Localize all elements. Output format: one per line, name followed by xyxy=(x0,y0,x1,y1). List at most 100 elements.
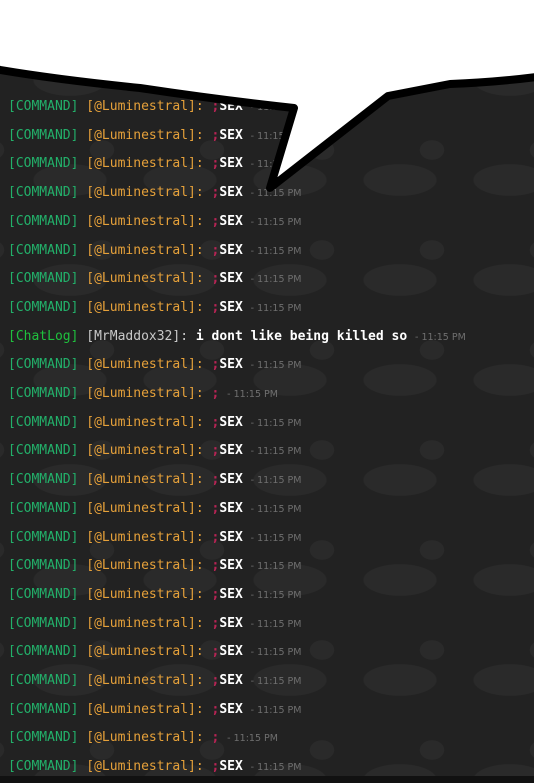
line-timestamp: 11:15 PM xyxy=(257,130,302,142)
line-timestamp: 11:15 PM xyxy=(257,216,302,228)
line-tag: [COMMAND] xyxy=(8,701,79,717)
line-timestamp: 11:15 PM xyxy=(257,647,302,659)
window-bottom-border xyxy=(0,776,534,783)
line-message: SEX xyxy=(219,443,243,459)
line-timestamp: 11:15 PM xyxy=(233,389,278,400)
chat-line: [COMMAND] [@Luminestral]: ;SEX - 11:15 P… xyxy=(8,555,301,577)
line-message: SEX xyxy=(219,500,243,516)
line-username: [@Luminestral]: xyxy=(86,357,204,373)
line-message: SEX xyxy=(219,271,243,287)
line-tag: [COMMAND] xyxy=(8,99,79,114)
line-message: SEX xyxy=(219,615,243,631)
chat-log-screenshot: [COMMAND] [@Luminestral]: ;SEX - 11:15 P… xyxy=(0,0,534,783)
line-username: [@Luminestral]: xyxy=(86,127,204,143)
chat-line: [COMMAND] [@Luminestral]: ;SEX - 11:15 P… xyxy=(8,469,301,491)
line-tag: [COMMAND] xyxy=(8,271,79,287)
line-message: SEX xyxy=(219,242,243,258)
chat-line: [COMMAND] [@Luminestral]: ;SEX - 11:15 P… xyxy=(8,641,301,663)
chat-log-panel[interactable]: [COMMAND] [@Luminestral]: ;SEX - 11:15 P… xyxy=(0,0,534,783)
line-username: [@Luminestral]: xyxy=(86,558,204,574)
chat-line: [ChatLog] [MrMaddox32]: i dont like bein… xyxy=(8,326,466,348)
line-message: SEX xyxy=(219,472,243,488)
chat-line: [COMMAND] [@Luminestral]: ; - 11:15 PM xyxy=(8,383,278,405)
line-tag: [COMMAND] xyxy=(8,443,79,459)
line-message: SEX xyxy=(219,299,243,315)
line-username: [@Luminestral]: xyxy=(86,156,204,172)
line-message: SEX xyxy=(219,558,243,574)
line-username: [@Luminestral]: xyxy=(86,615,204,631)
line-message: SEX xyxy=(219,414,243,430)
line-timestamp: 11:15 PM xyxy=(257,762,302,774)
line-username: [MrMaddox32]: xyxy=(86,328,189,344)
chat-line: [COMMAND] [@Luminestral]: ;SEX - 11:15 P… xyxy=(8,153,301,175)
line-timestamp: 11:15 PM xyxy=(233,733,278,745)
line-message: SEX xyxy=(219,127,243,143)
line-tag: [COMMAND] xyxy=(8,185,79,201)
chat-line: [COMMAND] [@Luminestral]: ;SEX - 11:15 P… xyxy=(8,613,301,635)
line-username: [@Luminestral]: xyxy=(86,414,204,430)
line-username: [@Luminestral]: xyxy=(86,701,204,717)
line-username: [@Luminestral]: xyxy=(86,472,204,488)
line-username: [@Luminestral]: xyxy=(86,730,204,746)
line-tag: [COMMAND] xyxy=(8,242,79,258)
line-tag: [COMMAND] xyxy=(8,386,79,401)
line-timestamp: 11:15 PM xyxy=(257,618,302,630)
chat-line: [COMMAND] [@Luminestral]: ;SEX - 11:15 P… xyxy=(8,412,301,434)
chat-line: [COMMAND] [@Luminestral]: ;SEX - 11:15 P… xyxy=(8,498,301,520)
line-message: SEX xyxy=(219,156,243,172)
line-timestamp: 11:15 PM xyxy=(257,446,302,458)
line-username: [@Luminestral]: xyxy=(86,271,204,287)
line-message: SEX xyxy=(219,673,243,688)
line-username: [@Luminestral]: xyxy=(86,386,204,401)
line-username: [@Luminestral]: xyxy=(86,500,204,516)
line-tag: [COMMAND] xyxy=(8,759,79,775)
line-tag: [COMMAND] xyxy=(8,156,79,172)
chat-line: [COMMAND] [@Luminestral]: ;SEX - 11:15 P… xyxy=(8,297,301,319)
line-timestamp: 11:15 PM xyxy=(257,302,302,314)
line-tag: [COMMAND] xyxy=(8,414,79,430)
line-message: SEX xyxy=(219,357,243,373)
line-timestamp: 11:15 PM xyxy=(257,245,302,257)
line-message: SEX xyxy=(219,99,243,114)
line-tag: [COMMAND] xyxy=(8,673,79,688)
chat-line: [COMMAND] [@Luminestral]: ;SEX - 11:15 P… xyxy=(8,527,301,549)
line-tag: [COMMAND] xyxy=(8,299,79,315)
chat-line: [COMMAND] [@Luminestral]: ;SEX - 11:15 P… xyxy=(8,440,301,462)
line-tag: [COMMAND] xyxy=(8,500,79,516)
line-message: SEX xyxy=(219,529,243,545)
chat-line: [COMMAND] [@Luminestral]: ; - 11:15 PM xyxy=(8,727,278,749)
line-message: SEX xyxy=(219,759,243,775)
line-tag: [ChatLog] xyxy=(8,328,79,344)
line-timestamp: 11:15 PM xyxy=(257,274,302,286)
line-tag: [COMMAND] xyxy=(8,472,79,488)
line-tag: [COMMAND] xyxy=(8,127,79,143)
line-timestamp: 11:15 PM xyxy=(421,331,466,343)
line-username: [@Luminestral]: xyxy=(86,529,204,545)
line-timestamp: 11:15 PM xyxy=(257,102,302,113)
line-message: i dont like being killed so xyxy=(195,328,408,344)
line-username: [@Luminestral]: xyxy=(86,185,204,201)
line-username: [@Luminestral]: xyxy=(86,99,204,114)
line-username: [@Luminestral]: xyxy=(86,299,204,315)
line-tag: [COMMAND] xyxy=(8,558,79,574)
chat-line: [COMMAND] [@Luminestral]: ;SEX - 11:15 P… xyxy=(8,268,301,290)
command-prefix: ; xyxy=(211,730,220,746)
line-message: SEX xyxy=(219,701,243,717)
line-tag: [COMMAND] xyxy=(8,586,79,602)
chat-line: [COMMAND] [@Luminestral]: ;SEX - 11:15 P… xyxy=(8,96,301,118)
chat-line: [COMMAND] [@Luminestral]: ;SEX - 11:15 P… xyxy=(8,125,301,147)
line-tag: [COMMAND] xyxy=(8,529,79,545)
line-timestamp: 11:15 PM xyxy=(257,589,302,601)
line-username: [@Luminestral]: xyxy=(86,644,204,660)
line-tag: [COMMAND] xyxy=(8,615,79,631)
line-timestamp: 11:15 PM xyxy=(257,417,302,429)
chat-line: [COMMAND] [@Luminestral]: ;SEX - 11:15 P… xyxy=(8,211,301,233)
line-message: SEX xyxy=(219,185,243,201)
chat-line: [COMMAND] [@Luminestral]: ;SEX - 11:15 P… xyxy=(8,354,301,376)
line-tag: [COMMAND] xyxy=(8,213,79,229)
line-timestamp: 11:15 PM xyxy=(257,676,302,687)
line-timestamp: 11:15 PM xyxy=(257,188,302,200)
line-tag: [COMMAND] xyxy=(8,644,79,660)
line-timestamp: 11:15 PM xyxy=(257,360,302,372)
line-timestamp: 11:15 PM xyxy=(257,704,302,716)
